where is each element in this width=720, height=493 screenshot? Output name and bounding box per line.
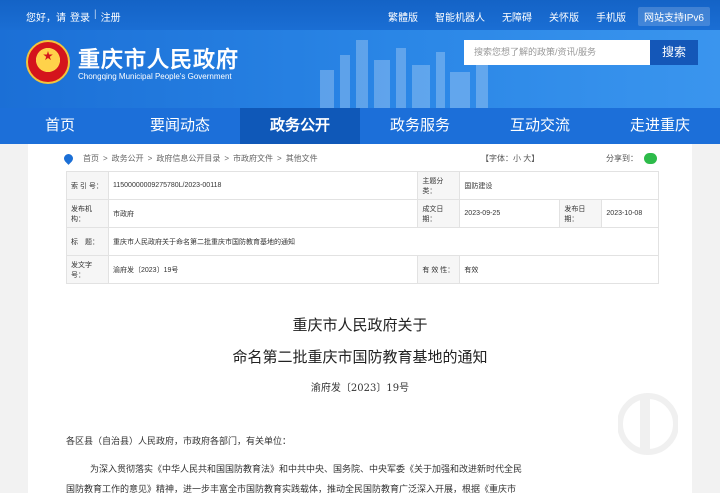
docno-value: 渝府发〔2023〕19号 [107, 255, 419, 284]
font-size-label: 【字体： [481, 154, 513, 163]
crumb-sep: > [224, 154, 230, 163]
ipv6-badge: 网站支持IPv6 [637, 7, 710, 26]
mobile-link[interactable]: 手机版 [596, 9, 626, 24]
document-metadata-table: 索 引 号： 11500000009275780L/2023-00118 主题分… [66, 171, 659, 284]
share-area: 分享到： [606, 153, 657, 164]
top-links: 繁體版 智能机器人 无障碍 关怀版 手机版 网站支持IPv6 [371, 7, 710, 26]
breadcrumb: 首页 > 政务公开 > 政府信息公开目录 > 市政府文件 > 其他文件 [62, 152, 322, 165]
nav-services[interactable]: 政务服务 [360, 108, 480, 144]
crumb-sep: > [147, 154, 153, 163]
date-key: 成文日期： [417, 199, 461, 228]
accessibility-link[interactable]: 无障碍 [502, 9, 532, 24]
font-size-close: 】 [531, 154, 540, 163]
validity-value: 有效 [459, 255, 659, 284]
font-small-button[interactable]: 小 [513, 154, 521, 163]
wechat-icon[interactable] [644, 153, 657, 164]
search-button[interactable]: 搜索 [650, 40, 698, 65]
site-title[interactable]: 重庆市人民政府 [78, 42, 239, 74]
search-input[interactable]: 搜索您想了解的政策/资讯/服务 [464, 40, 650, 65]
register-link[interactable]: 注册 [101, 9, 121, 24]
crumb-sep: > [103, 154, 108, 163]
traditional-link[interactable]: 繁體版 [388, 9, 418, 24]
paragraph-1: 为深入贯彻落实《中华人民共和国国防教育法》和中共中央、国务院、中央军委《关于加强… [90, 465, 523, 475]
docno-key: 发文字号： [66, 255, 109, 284]
topic-key: 主题分类： [417, 171, 461, 200]
pub-date-value: 2023-10-08 [601, 199, 659, 228]
font-size-control: 【字体：小 大】 [481, 153, 539, 164]
title-value: 重庆市人民政府关于命名第二批重庆市国防教育基地的通知 [108, 227, 659, 256]
crumb-home[interactable]: 首页 [83, 153, 99, 164]
document-number: 渝府发〔2023〕19号 [310, 383, 410, 394]
main-nav: 首页 要闻动态 政务公开 政务服务 互动交流 走进重庆 [0, 108, 720, 144]
nav-news[interactable]: 要闻动态 [120, 108, 240, 144]
crumb-catalog[interactable]: 政府信息公开目录 [156, 153, 220, 164]
site-subtitle: Chongqing Municipal People's Government [78, 72, 232, 81]
index-key: 索 引 号： [66, 171, 109, 200]
crumb-sep: > [277, 154, 282, 163]
addressee: 各区县（自治县）人民政府，市政府各部门，有关单位： [66, 437, 292, 447]
document-title-line1: 重庆市人民政府关于 [292, 316, 428, 334]
issuer-key: 发布机构： [66, 199, 109, 228]
separator: | [94, 9, 97, 20]
share-label: 分享到： [606, 154, 638, 163]
content-card: 首页 > 政务公开 > 政府信息公开目录 > 市政府文件 > 其他文件 【字体：… [28, 144, 692, 493]
nav-gov-affairs[interactable]: 政务公开 [240, 108, 360, 144]
crumb-gov[interactable]: 政务公开 [112, 153, 144, 164]
location-pin-icon [62, 152, 75, 165]
nav-home[interactable]: 首页 [0, 108, 120, 144]
validity-key: 有 效 性： [417, 255, 461, 284]
crumb-files[interactable]: 市政府文件 [233, 153, 273, 164]
care-version-link[interactable]: 关怀版 [549, 9, 579, 24]
login-link[interactable]: 登录 [70, 9, 90, 24]
nav-interaction[interactable]: 互动交流 [480, 108, 600, 144]
header-banner: 重庆市人民政府 Chongqing Municipal People's Gov… [0, 30, 720, 108]
crumb-other[interactable]: 其他文件 [286, 153, 318, 164]
document-title-line2: 命名第二批重庆市国防教育基地的通知 [232, 348, 488, 366]
pub-date-key: 发布日期： [559, 199, 603, 228]
paragraph-2: 国防教育工作的意见》精神，进一步丰富全市国防教育实践载体，推动全民国防教育广泛深… [66, 485, 517, 493]
title-key: 标 题： [66, 227, 109, 256]
national-emblem-logo[interactable] [26, 40, 70, 84]
top-bar: 您好，请 登录 | 注册 繁體版 智能机器人 无障碍 关怀版 手机版 网站支持I… [0, 0, 720, 30]
login-area: 您好，请 登录 | 注册 [26, 9, 121, 24]
issuer-value: 市政府 [107, 199, 419, 228]
index-value: 11500000009275780L/2023-00118 [107, 171, 419, 200]
topic-value: 国防建设 [459, 171, 659, 200]
nav-chongqing[interactable]: 走进重庆 [600, 108, 720, 144]
greeting-text: 您好，请 [26, 13, 66, 24]
date-value: 2023-09-25 [459, 199, 561, 228]
robot-link[interactable]: 智能机器人 [435, 9, 485, 24]
watermark-logo-icon [618, 393, 678, 455]
